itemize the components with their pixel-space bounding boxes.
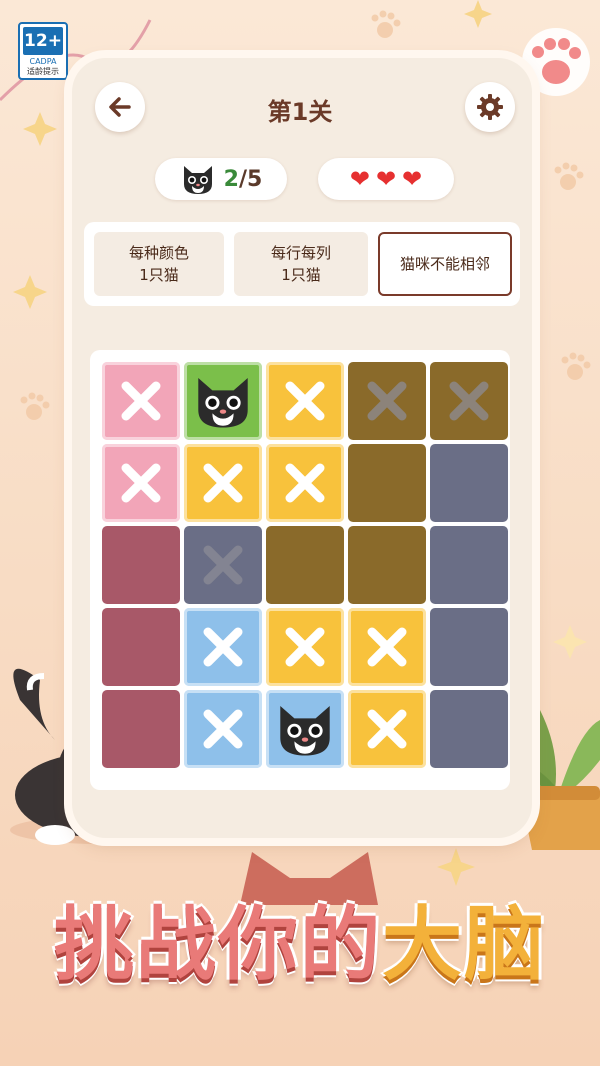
board-cell[interactable]	[430, 690, 508, 768]
rule-cats-not-adjacent[interactable]: 猫咪不能相邻	[378, 232, 512, 296]
sparkle-icon	[464, 0, 492, 28]
rule-line: 猫咪不能相邻	[399, 255, 490, 273]
cat-face-icon	[280, 706, 330, 756]
rule-one-cat-per-row-col[interactable]: 每行每列 1只猫	[234, 232, 368, 296]
cross-mark-icon	[121, 463, 161, 503]
board-cell[interactable]	[430, 362, 508, 440]
cats-total: /5	[238, 166, 263, 192]
board-cell[interactable]	[184, 526, 262, 604]
back-button[interactable]	[95, 82, 145, 132]
board-cell[interactable]	[184, 444, 262, 522]
cross-mark-icon	[285, 381, 325, 421]
back-arrow-icon	[109, 97, 131, 117]
age-rating-badge: 12+ CADPA 适龄提示	[18, 22, 68, 80]
headline-part1: 挑战你的	[54, 898, 382, 991]
rule-line: 每行每列	[270, 244, 331, 262]
board-cell[interactable]	[348, 608, 426, 686]
board-cell[interactable]	[266, 690, 344, 768]
cross-mark-icon	[285, 627, 325, 667]
cats-found: 2	[223, 166, 239, 192]
level-title: 第1关	[267, 98, 333, 126]
board-cell[interactable]	[430, 608, 508, 686]
cross-mark-icon	[121, 381, 161, 421]
board-cell[interactable]	[266, 608, 344, 686]
board-cell[interactable]	[102, 608, 180, 686]
paw-print-icon	[20, 392, 50, 420]
board-cell[interactable]	[430, 444, 508, 522]
settings-button[interactable]	[465, 82, 515, 132]
board-cell[interactable]	[430, 526, 508, 604]
heart-life-icon: ❤	[349, 165, 370, 193]
board-cell[interactable]	[348, 690, 426, 768]
cat-progress-pill: 2/5	[155, 158, 287, 200]
board-cell[interactable]	[102, 444, 180, 522]
paw-print-icon	[554, 162, 584, 190]
board-cell[interactable]	[348, 362, 426, 440]
board-cell[interactable]	[184, 362, 262, 440]
sparkle-icon	[13, 275, 47, 309]
cat-face-icon	[183, 166, 212, 194]
rules-panel: 每种颜色 1只猫 每行每列 1只猫 猫咪不能相邻	[84, 222, 520, 306]
cross-mark-icon	[449, 381, 489, 421]
board-cell[interactable]	[348, 444, 426, 522]
age-rating-value: 12+	[23, 27, 63, 55]
rule-line: 每种颜色	[128, 244, 189, 262]
rule-line: 1只猫	[281, 266, 321, 284]
promo-headline: 挑战你的大脑	[0, 880, 600, 996]
paw-print-icon	[561, 352, 591, 380]
board-cell[interactable]	[266, 444, 344, 522]
cross-mark-icon	[203, 709, 243, 749]
cross-mark-icon	[203, 463, 243, 503]
cross-mark-icon	[367, 381, 407, 421]
headline-part2: 大脑	[382, 898, 546, 991]
cat-progress-text: 2/5	[224, 167, 263, 192]
age-rating-tip: 适龄提示	[27, 67, 59, 76]
sparkle-icon	[553, 625, 587, 659]
heart-life-icon: ❤	[402, 165, 423, 193]
cross-mark-icon	[367, 709, 407, 749]
cat-face-icon	[198, 378, 248, 428]
cross-mark-icon	[203, 545, 243, 585]
board-cell[interactable]	[102, 526, 180, 604]
gear-icon	[477, 94, 503, 120]
cross-mark-icon	[285, 463, 325, 503]
heart-life-icon: ❤	[375, 165, 397, 193]
board-cell[interactable]	[348, 526, 426, 604]
board-cell[interactable]	[266, 362, 344, 440]
board-cell[interactable]	[184, 608, 262, 686]
board-cell[interactable]	[102, 690, 180, 768]
rule-one-cat-per-color[interactable]: 每种颜色 1只猫	[94, 232, 224, 296]
lives-pill: ❤ ❤ ❤	[318, 158, 454, 200]
paw-print-icon	[371, 10, 401, 38]
rule-line: 1只猫	[139, 266, 179, 284]
pink-paw-icon	[522, 28, 590, 96]
board-cell[interactable]	[102, 362, 180, 440]
sparkle-icon	[23, 112, 57, 146]
puzzle-board	[90, 350, 510, 790]
cross-mark-icon	[203, 627, 243, 667]
board-cell[interactable]	[266, 526, 344, 604]
age-rating-org: CADPA	[29, 57, 57, 66]
board-cell[interactable]	[184, 690, 262, 768]
cross-mark-icon	[367, 627, 407, 667]
